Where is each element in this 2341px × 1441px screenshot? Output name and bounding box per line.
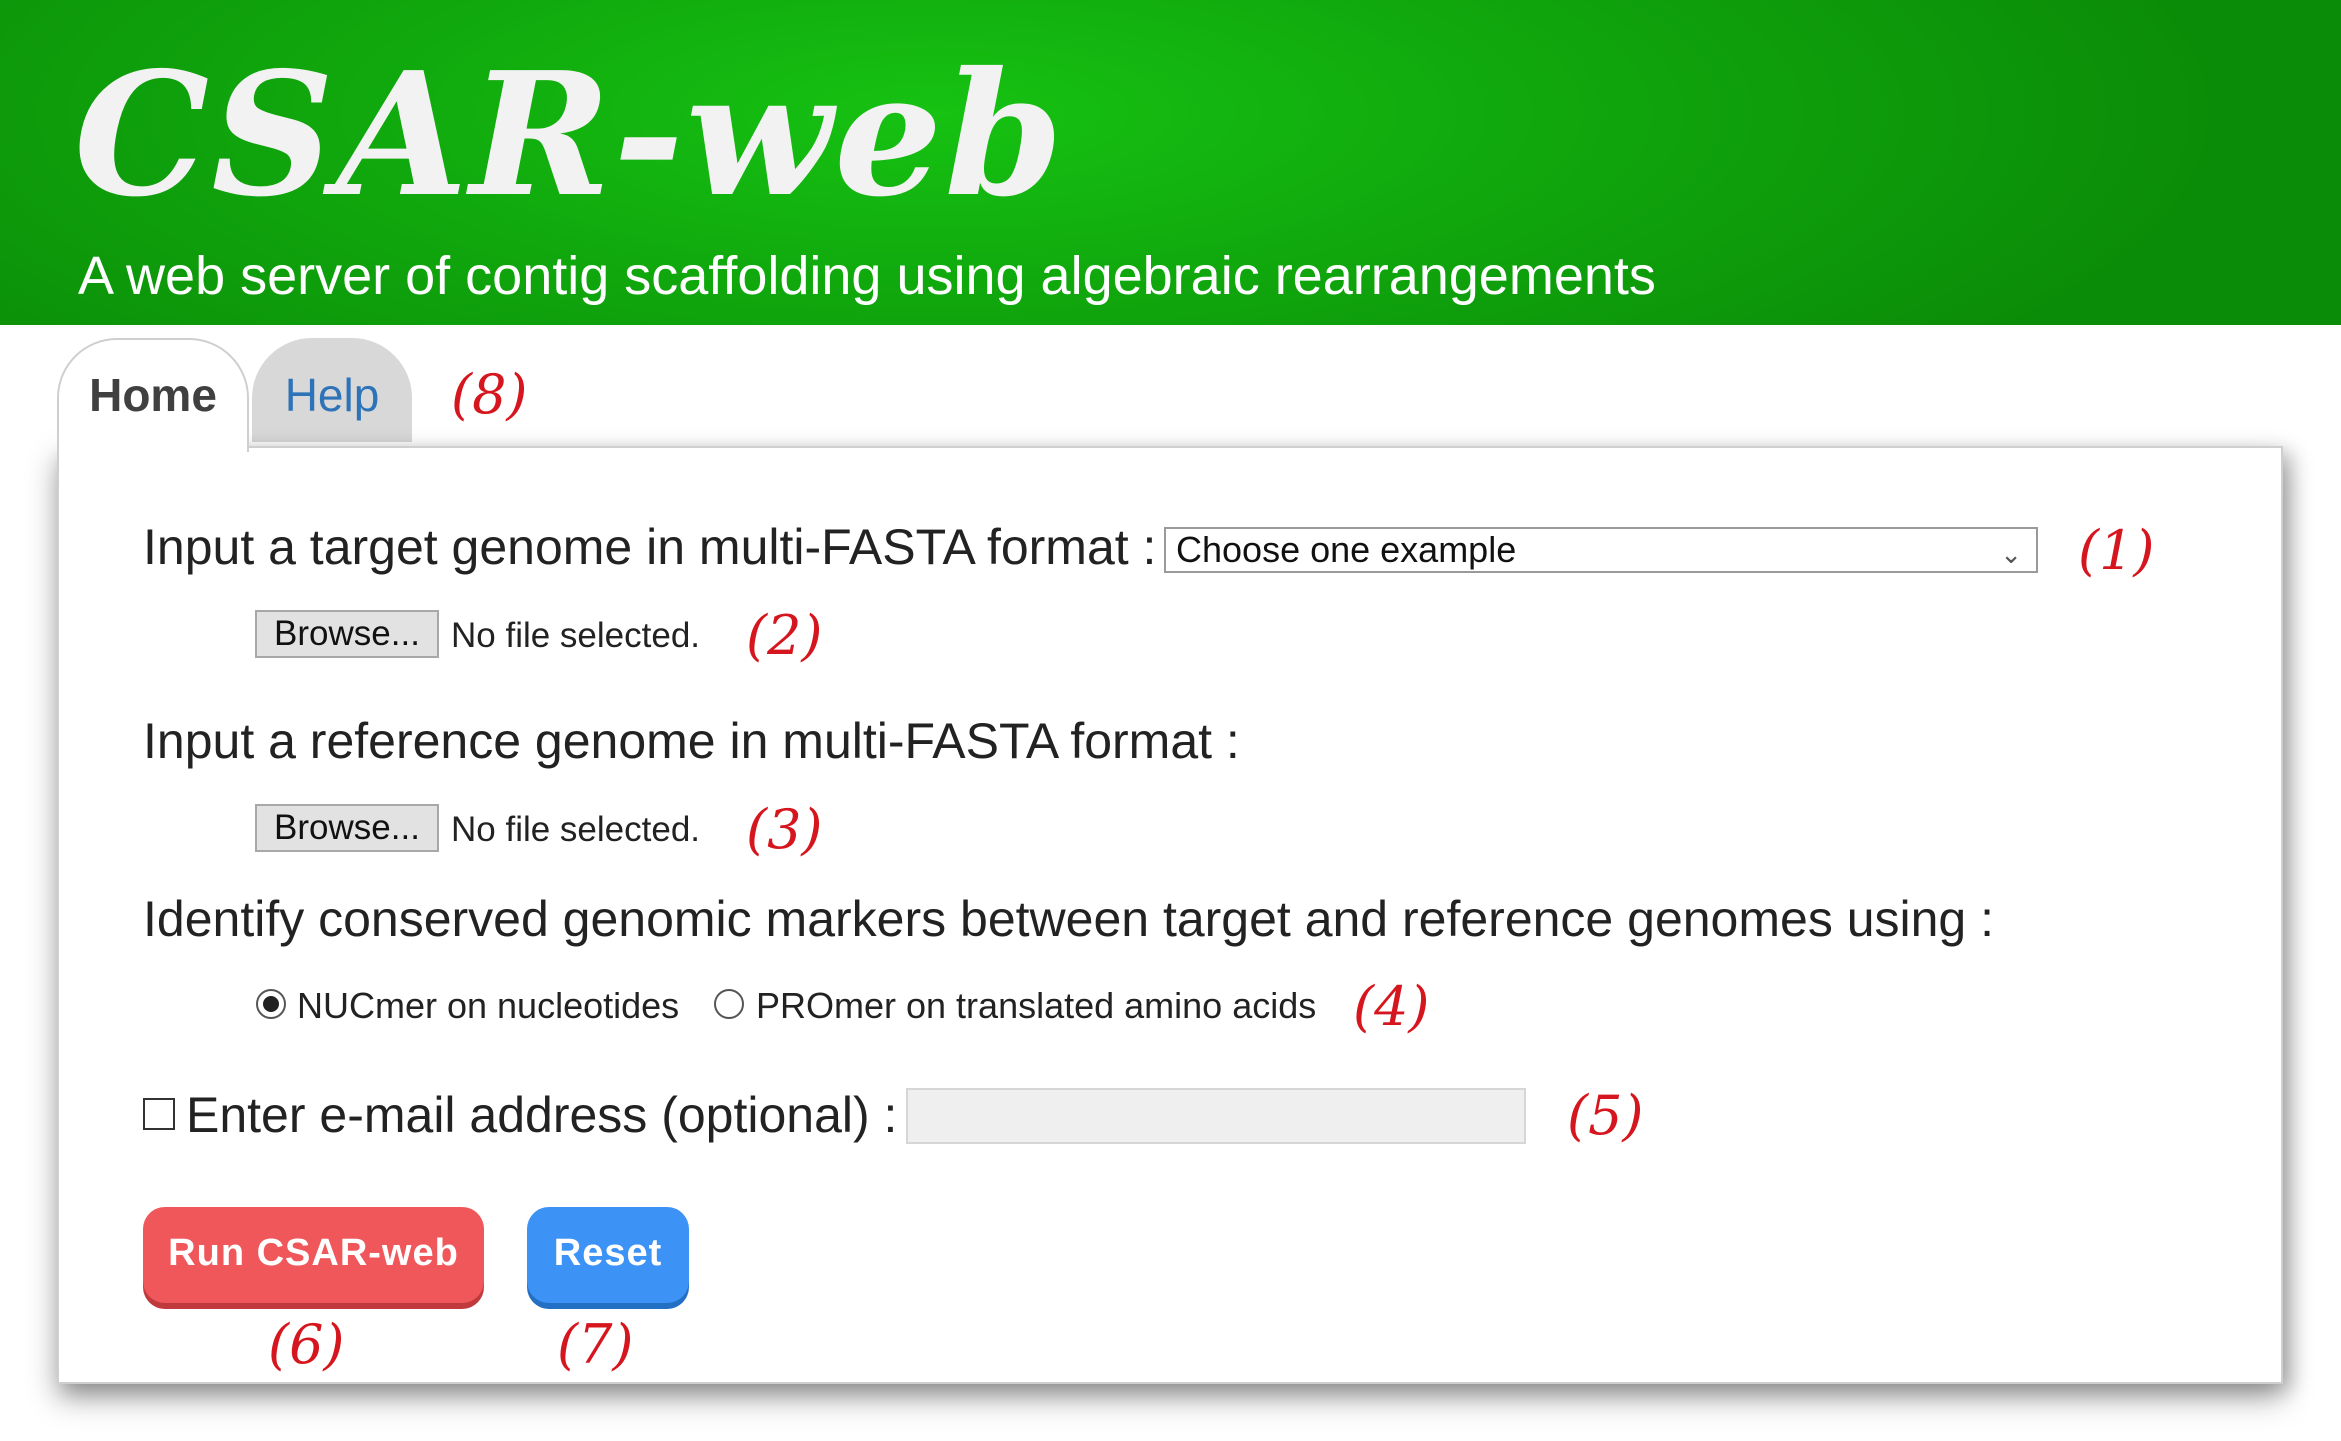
tab-home[interactable]: Home: [57, 338, 249, 452]
reset-button[interactable]: Reset: [527, 1207, 689, 1303]
target-browse-button[interactable]: Browse...: [255, 610, 439, 658]
example-select[interactable]: Choose one example ⌄: [1164, 527, 2038, 573]
email-checkbox[interactable]: [143, 1098, 175, 1130]
annotation-8: (8): [451, 363, 528, 426]
site-subtitle: A web server of contig scaffolding using…: [78, 246, 1656, 306]
tab-help-label: Help: [284, 369, 380, 421]
run-csar-web-button[interactable]: Run CSAR-web: [143, 1207, 484, 1303]
promer-radio[interactable]: [714, 989, 744, 1019]
example-select-value: Choose one example: [1176, 529, 1517, 570]
reference-browse-button[interactable]: Browse...: [255, 804, 439, 852]
site-header: CSAR-web A web server of contig scaffold…: [0, 0, 2341, 325]
site-logo: CSAR-web: [74, 35, 1066, 235]
nucmer-radio[interactable]: [256, 989, 286, 1019]
tab-home-label: Home: [89, 369, 217, 421]
chevron-down-icon: ⌄: [2000, 539, 2022, 569]
email-input[interactable]: [906, 1088, 1526, 1144]
tab-help[interactable]: Help: [252, 338, 412, 442]
